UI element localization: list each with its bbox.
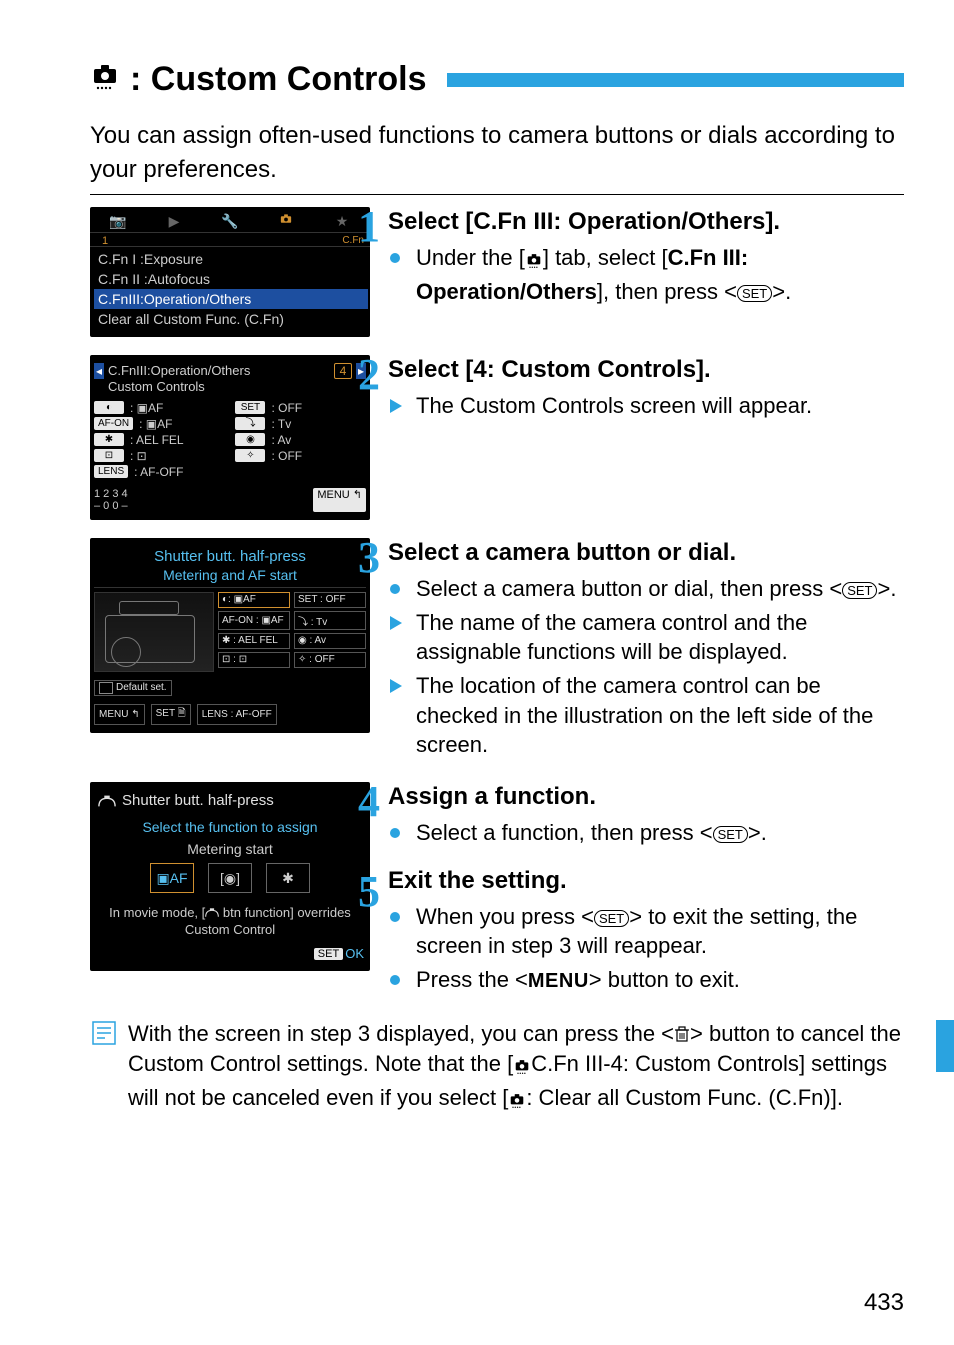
step-number-4: 4 [358,776,380,827]
step-number-5: 5 [358,866,380,917]
scr4-label: Metering start [90,839,370,863]
page-title-row: : Custom Controls [90,60,904,99]
menu-back-label: MENU ↰ [313,488,366,512]
option-af: ▣AF [150,863,194,893]
menu-item-cfn1: C.Fn I :Exposure [94,249,368,269]
scr3-set: SET 🗎 [151,704,191,725]
scr2-title: C.FnIII:Operation/Others Custom Controls [108,363,330,396]
divider [90,194,904,195]
scr3-sub: Metering and AF start [94,567,366,588]
set-button-icon: SET [737,285,772,302]
screenshot-2: ◂ C.FnIII:Operation/Others Custom Contro… [90,355,370,520]
camera-diagram [94,592,214,672]
step-2-head: Select [4: Custom Controls]. [388,355,904,385]
step-3-bullet-1: Select a camera button or dial, then pre… [416,574,904,604]
menu-item-cfn3: C.FnIII:Operation/Others [94,289,368,309]
step-1-bullet-1: Under the [] tab, select [C.Fn III: Oper… [416,243,904,306]
cfn-index: 1 [96,235,108,247]
screenshot-3: Shutter butt. half-press Metering and AF… [90,538,370,733]
option-aelock: ✱ [266,863,310,893]
tab-shoot: 📷 [90,213,146,230]
set-label: SET [314,948,343,960]
cfn-tab-icon [525,247,543,277]
screenshot-1: 📷 ▶ 🔧 ★ 1C.Fn C.Fn I :Exposure C.Fn II :… [90,207,370,337]
menu-button-label: MENU [528,970,589,992]
tab-cfn [258,213,314,230]
step-5-bullet-2: Press the <MENU> button to exit. [416,965,904,995]
menu-item-clear: Clear all Custom Func. (C.Fn) [94,309,368,329]
custom-controls-icon [90,63,120,96]
scr4-sub: Select the function to assign [90,815,370,839]
step-4-5-row: Shutter butt. half-press Select the func… [90,782,904,999]
menu-item-cfn2: C.Fn II :Autofocus [94,269,368,289]
trash-icon [99,682,113,694]
page-indicator-4: 4 [334,363,352,379]
trash-icon [674,1025,690,1049]
tab-playback: ▶ [146,213,202,230]
set-button-icon: SET [594,910,629,927]
step-5-head: Exit the setting. [388,866,904,896]
intro-text: You can assign often-used functions to c… [90,119,904,186]
step-3-head: Select a camera button or dial. [388,538,904,568]
ok-label: OK [345,946,364,961]
cfn-icon [513,1053,531,1083]
nav-left-icon: ◂ [94,363,104,379]
step-number-1: 1 [358,201,380,252]
screenshot-4: Shutter butt. half-press Select the func… [90,782,370,971]
step-4-bullet-1: Select a function, then press <SET>. [416,818,904,848]
note-text: With the screen in step 3 displayed, you… [128,1019,904,1117]
option-metering: [◉] [208,863,252,893]
section-tab [936,1020,954,1072]
step-2-row: ◂ C.FnIII:Operation/Others Custom Contro… [90,355,904,520]
step-1-row: 📷 ▶ 🔧 ★ 1C.Fn C.Fn I :Exposure C.Fn II :… [90,207,904,337]
set-button-icon: SET [842,582,877,599]
title-accent-bar [447,73,904,87]
cfn-icon [508,1087,526,1117]
step-2-bullet-1: The Custom Controls screen will appear. [416,391,904,421]
step-5-bullet-1: When you press <SET> to exit the setting… [416,902,904,961]
scr3-lens: LENS : AF-OFF [197,704,277,725]
default-set-button: Default set. [94,680,172,696]
tab-wrench: 🔧 [202,213,258,230]
step-1-head: Select [C.Fn III: Operation/Others]. [388,207,904,237]
note-icon [90,1019,118,1047]
step-4-head: Assign a function. [388,782,904,812]
scr4-head-text: Shutter butt. half-press [122,792,274,809]
scr4-note: In movie mode, [ btn function] overrides… [90,901,370,945]
scr3-menu: MENU ↰ [94,704,145,725]
page-number: 433 [864,1289,904,1317]
step-number-2: 2 [358,349,380,400]
step-3-bullet-2: The name of the camera control and the a… [416,608,904,667]
scr2-footer-left: 1 2 3 4 – 0 0 – [94,488,128,512]
set-button-icon: SET [713,826,748,843]
scr3-head: Shutter butt. half-press [90,542,370,567]
step-number-3: 3 [358,532,380,583]
step-3-bullet-3: The location of the camera control can b… [416,671,904,760]
page-note: With the screen in step 3 displayed, you… [90,1019,904,1117]
page-title: : Custom Controls [130,60,427,99]
shutter-icon [98,794,116,808]
step-3-row: Shutter butt. half-press Metering and AF… [90,538,904,764]
